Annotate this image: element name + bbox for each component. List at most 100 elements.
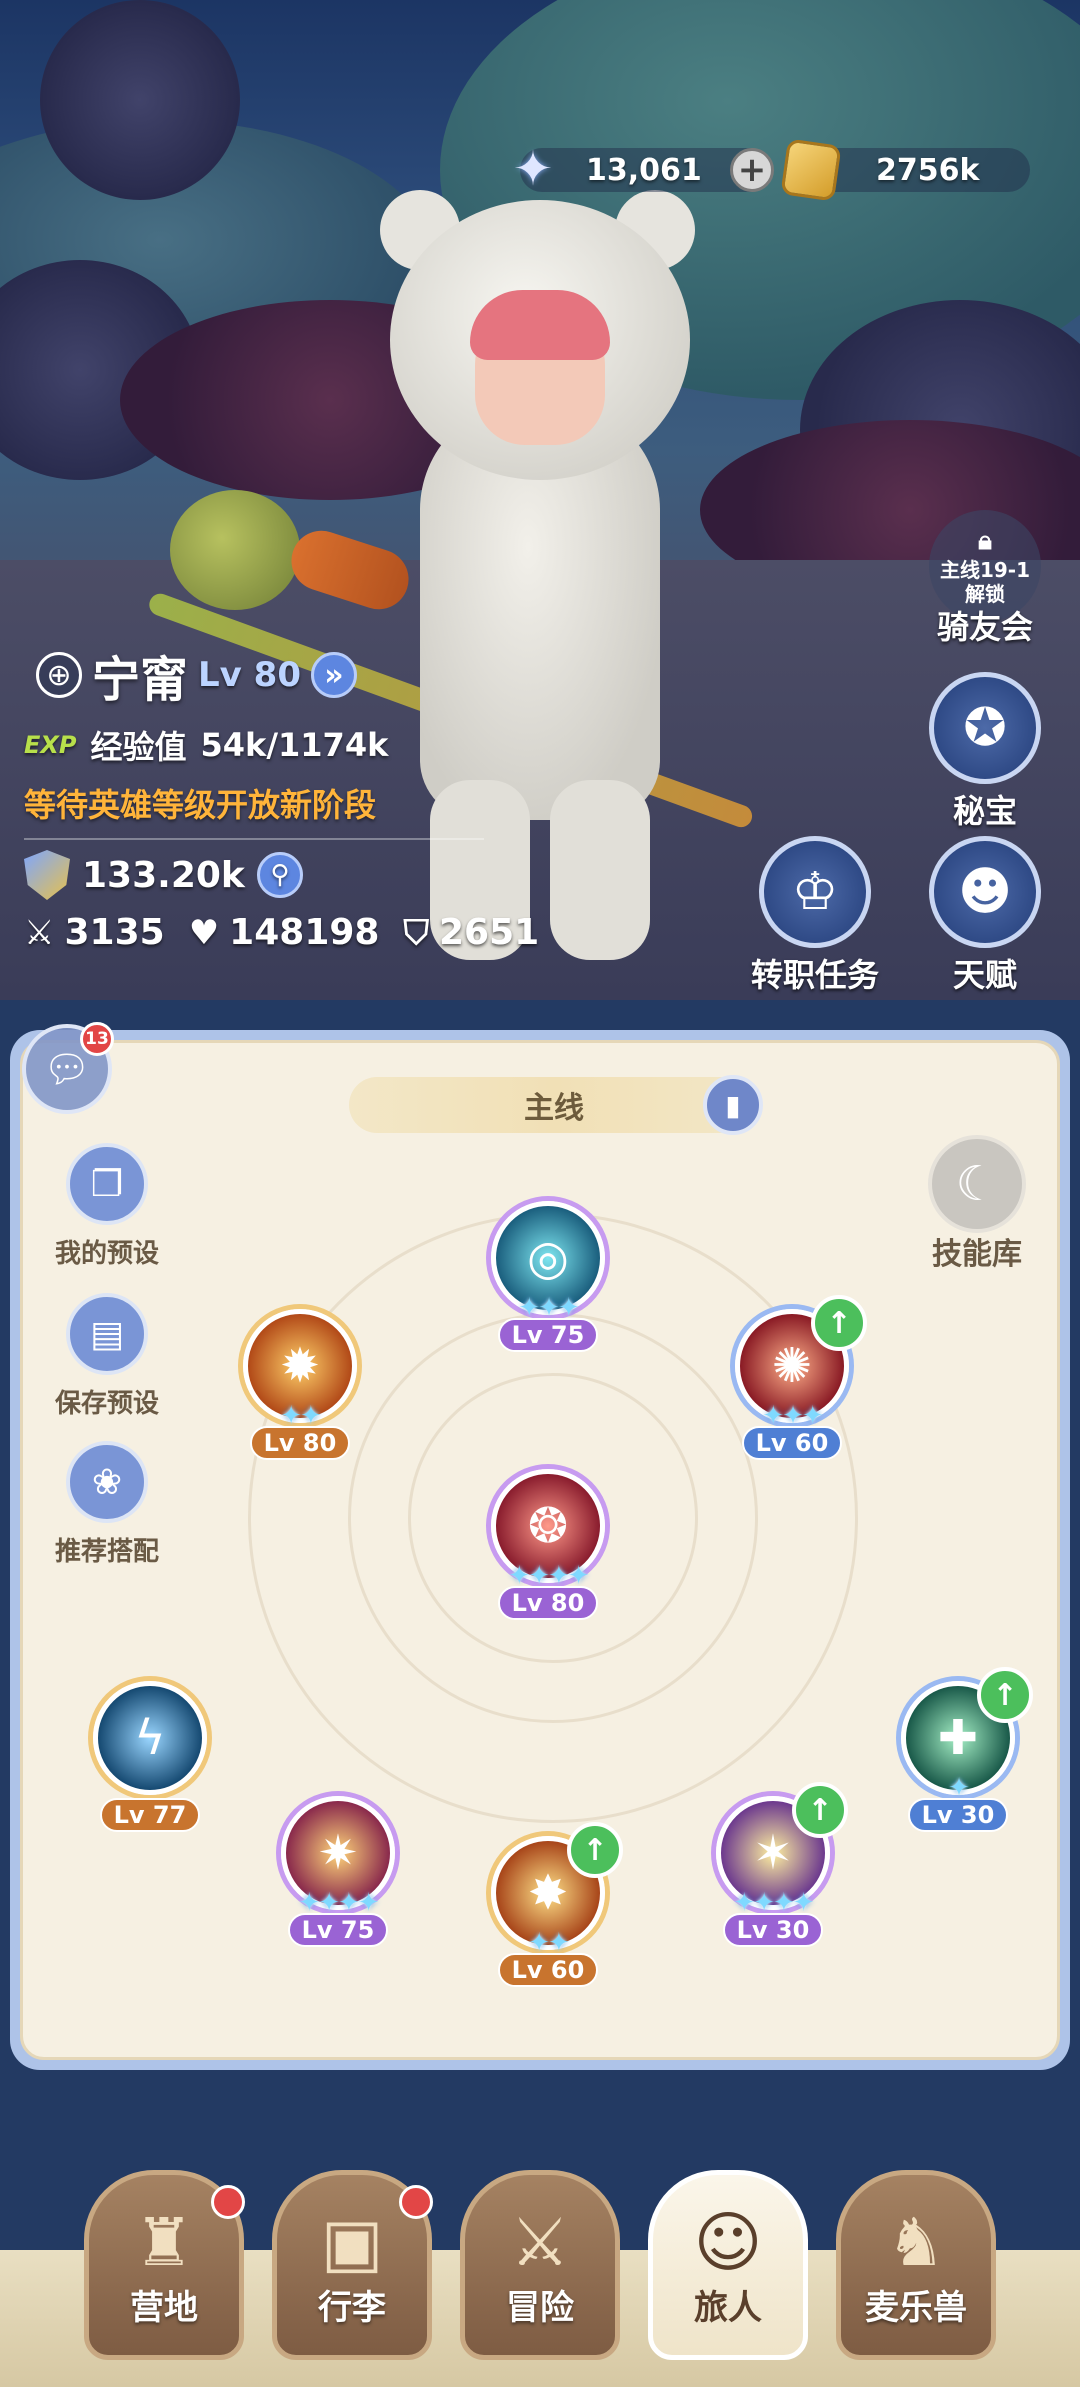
nav-luggage[interactable]: ▣ 行李: [272, 2170, 433, 2360]
skill-slot-9[interactable]: ✚ ↑ ✦ Lv 30: [893, 1667, 1033, 1833]
nav-luggage-label: 行李: [318, 2288, 386, 2328]
treasure-chest-icon: ✪: [929, 672, 1041, 784]
class-crosshair-icon: ⊕: [36, 652, 82, 698]
upgrade-arrow-icon: ↑: [811, 1295, 867, 1351]
upgrade-arrow-icon: ↑: [977, 1667, 1033, 1723]
combo-icon: ❀: [66, 1441, 148, 1523]
skill-panel: 主线 ▮ ❐ 我的预设 ▤ 保存预设 ❀ 推荐搭配 ☾ 技能库 ◎ ✦✦✦ Lv…: [10, 1030, 1070, 2070]
upgrade-arrow-icon: ↑: [567, 1822, 623, 1878]
chest-icon: ▣: [320, 2204, 384, 2281]
talent-label: 天赋: [952, 956, 1017, 994]
level-up-button[interactable]: »: [311, 652, 357, 698]
skill-slot-7[interactable]: ✸ ↑ ✦✦ Lv 60: [483, 1822, 623, 1988]
tab-title-label: 主线: [524, 1091, 584, 1126]
attack-value: 3135: [64, 912, 165, 953]
upgrade-arrow-icon: ↑: [792, 1782, 848, 1838]
exp-tag: EXP: [24, 731, 77, 759]
skill-level: Lv 75: [498, 1318, 598, 1352]
rider-club-label: 骑友会: [936, 608, 1033, 646]
nav-traveler-label: 旅人: [694, 2288, 762, 2328]
castle-icon: ♜: [134, 2204, 194, 2281]
hp-value: 148198: [229, 912, 380, 953]
recommend-label: 推荐搭配: [54, 1537, 159, 1567]
exp-label: 经验值: [90, 728, 187, 766]
save-preset-button[interactable]: ▤ 保存预设: [37, 1293, 177, 1420]
nav-adventure[interactable]: ⚔ 冒险: [460, 2170, 620, 2360]
lock-line1: 主线19-1: [939, 557, 1031, 582]
my-preset-label: 我的预设: [54, 1239, 159, 1269]
combat-power-value: 133.20k: [82, 854, 245, 896]
exp-value: 54k/1174k: [200, 726, 389, 764]
lightning-skill-icon: ϟ: [93, 1681, 207, 1795]
skill-level: Lv 75: [288, 1913, 388, 1947]
power-row: 133.20k ⚲: [24, 850, 303, 900]
book-icon[interactable]: ▮: [703, 1075, 763, 1135]
skill-slot-1[interactable]: ◎ ✦✦✦ Lv 75: [483, 1193, 613, 1353]
skill-level: Lv 60: [742, 1426, 842, 1460]
save-preset-label: 保存预设: [54, 1389, 159, 1419]
treasure-label: 秘宝: [952, 792, 1017, 830]
stats-row: ⚔ 3135 ♥ 148198 ⛉ 2651: [24, 912, 539, 953]
defense-value: 2651: [438, 912, 540, 953]
skill-slot-2[interactable]: ✹ ✦✦ Lv 80: [235, 1301, 365, 1461]
brain-icon: ☻: [929, 836, 1041, 948]
combat-power-icon: [24, 850, 70, 900]
nav-traveler[interactable]: ☺ 旅人: [648, 2170, 808, 2360]
fox-icon: ♞: [886, 2204, 946, 2281]
crossed-swords-icon: ⚔: [510, 2204, 570, 2281]
defense-shield-icon: ⛉: [403, 912, 429, 953]
skill-slot-6[interactable]: ✷ ✦✦✦✦ Lv 75: [273, 1788, 403, 1948]
job-change-label: 转职任务: [750, 956, 879, 994]
power-detail-button[interactable]: ⚲: [256, 852, 303, 898]
moon-icon: ☾: [928, 1135, 1026, 1233]
skill-slot-5[interactable]: ϟ Lv 77: [85, 1673, 215, 1833]
nav-beast[interactable]: ♞ 麦乐兽: [836, 2170, 996, 2360]
skill-level: Lv 30: [908, 1798, 1008, 1832]
skill-slot-4[interactable]: ❂ ✦✦✦✦ Lv 80: [483, 1461, 613, 1621]
skill-panel-inner: 主线 ▮ ❐ 我的预设 ▤ 保存预设 ❀ 推荐搭配 ☾ 技能库 ◎ ✦✦✦ Lv…: [20, 1040, 1060, 2060]
hero-name: 宁甯: [92, 652, 189, 708]
hero-name-row: ⊕ 宁甯 Lv 80 »: [36, 640, 357, 710]
nav-beast-label: 麦乐兽: [865, 2288, 967, 2328]
rider-club-button[interactable]: 🔒︎ 主线19-1 解锁 骑友会: [920, 510, 1050, 648]
gem-counter: ✦ 13,061 +: [513, 141, 774, 197]
gem-amount: 13,061: [586, 152, 702, 188]
lock-icon: 🔒︎: [978, 526, 992, 557]
recommend-button[interactable]: ❀ 推荐搭配: [37, 1441, 177, 1568]
nav-camp[interactable]: ♜ 营地: [84, 2170, 245, 2360]
divider: [24, 838, 484, 840]
add-gems-button[interactable]: +: [730, 148, 774, 192]
crown-icon: ♔: [759, 836, 871, 948]
skill-slot-8[interactable]: ✶ ↑ ✦✦✦✦ Lv 30: [708, 1782, 848, 1948]
gold-coin-icon: [780, 138, 842, 202]
gold-counter: 2756k: [780, 138, 1030, 202]
chat-badge: 13: [80, 1022, 114, 1056]
notification-dot: [211, 2185, 245, 2219]
skill-slot-3[interactable]: ✺ ↑ ✦✦✦ Lv 60: [727, 1295, 867, 1461]
skill-library-label: 技能库: [932, 1237, 1022, 1272]
cards-icon: ❐: [66, 1143, 148, 1225]
tab-main-line[interactable]: 主线 ▮: [349, 1075, 763, 1135]
talent-button[interactable]: ☻ 天赋: [920, 836, 1050, 996]
level-notice: 等待英雄等级开放新阶段: [24, 786, 377, 824]
heart-icon: ♥: [188, 912, 220, 953]
skill-library-button[interactable]: ☾ 技能库: [917, 1135, 1037, 1273]
swords-icon: ⚔: [24, 912, 55, 953]
my-preset-button[interactable]: ❐ 我的预设: [37, 1143, 177, 1270]
job-change-button[interactable]: ♔ 转职任务: [750, 836, 880, 996]
exp-row: EXP 经验值 54k/1174k: [24, 722, 388, 768]
skill-level: Lv 80: [250, 1426, 350, 1460]
hero-character[interactable]: [380, 180, 700, 980]
save-disk-icon: ▤: [66, 1293, 148, 1375]
skill-level: Lv 30: [723, 1913, 823, 1947]
star-gem-icon: ✦: [512, 141, 554, 197]
nav-adventure-label: 冒险: [506, 2288, 574, 2328]
hero-level: Lv 80: [198, 655, 301, 695]
bottom-nav: ♜ 营地 ▣ 行李 ⚔ 冒险 ☺ 旅人 ♞ 麦乐兽: [0, 2080, 1080, 2387]
treasure-button[interactable]: ✪ 秘宝: [920, 672, 1050, 832]
notification-dot: [399, 2185, 433, 2219]
chat-button[interactable]: 💬︎ 13: [22, 1022, 114, 1114]
skill-level: Lv 77: [100, 1798, 200, 1832]
skill-level: Lv 60: [498, 1953, 598, 1987]
chat-bubble-icon: 💬︎: [42, 1046, 92, 1091]
